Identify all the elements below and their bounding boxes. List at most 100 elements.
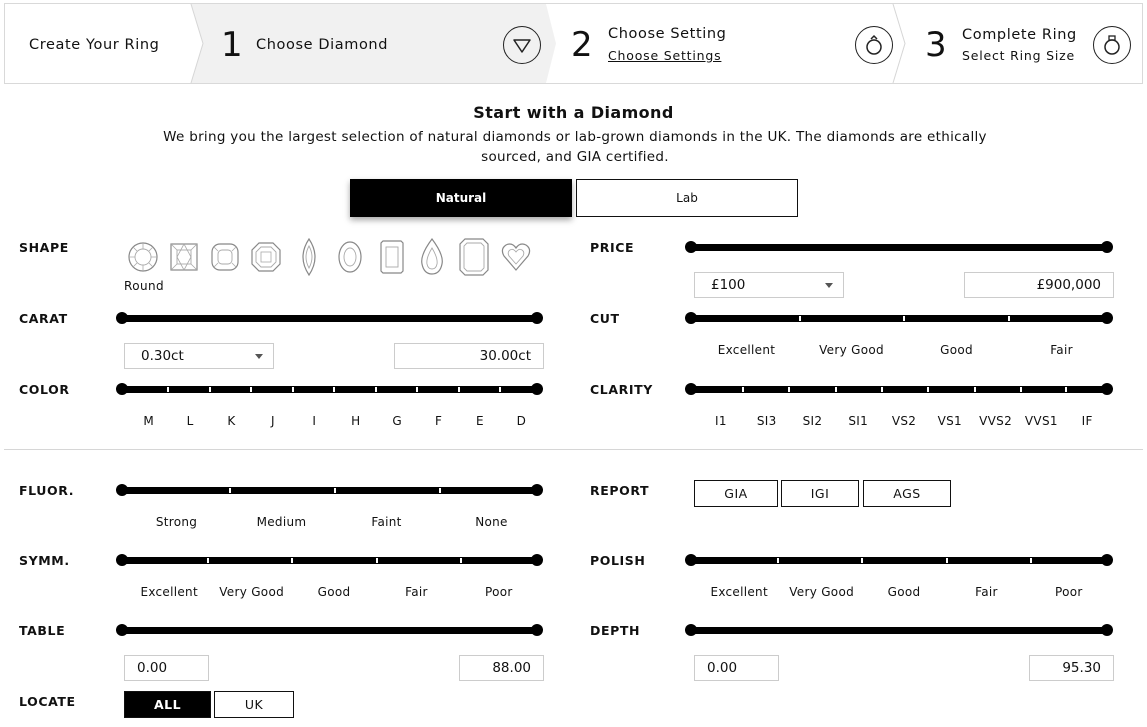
color-min-handle[interactable] xyxy=(116,383,128,395)
cut-min-handle[interactable] xyxy=(685,312,697,324)
carat-min-select[interactable]: 0.30ct xyxy=(124,343,274,369)
clarity-max-handle[interactable] xyxy=(1101,383,1113,395)
tick-label: Good xyxy=(887,585,921,599)
slider-divider xyxy=(974,387,976,392)
tick-label: M xyxy=(143,414,155,428)
tick-label: Very Good xyxy=(789,585,855,599)
clarity-slider[interactable] xyxy=(685,383,1113,395)
step-1-title: Choose Diamond xyxy=(256,37,389,53)
select-ring-size-label: Select Ring Size xyxy=(962,48,1075,63)
tick-label: SI3 xyxy=(756,414,777,428)
slider-divider xyxy=(207,558,209,563)
depth-slider[interactable] xyxy=(685,624,1113,636)
fluor-slider[interactable] xyxy=(116,484,543,496)
polish-min-handle[interactable] xyxy=(685,554,697,566)
radiant-icon[interactable] xyxy=(378,237,406,277)
polish-max-handle[interactable] xyxy=(1101,554,1113,566)
table-min-input[interactable]: 0.00 xyxy=(124,655,209,681)
color-slider[interactable] xyxy=(116,383,543,395)
tick-label: Fair xyxy=(405,585,428,599)
carat-slider[interactable] xyxy=(116,312,543,324)
slider-divider xyxy=(229,488,231,493)
princess-icon[interactable] xyxy=(167,237,201,275)
selected-shape-caption: Round xyxy=(124,279,164,293)
cut-max-handle[interactable] xyxy=(1101,312,1113,324)
price-min-select[interactable]: £100 xyxy=(694,272,844,298)
intro-description: We bring you the largest selection of na… xyxy=(163,129,987,165)
price-min-handle[interactable] xyxy=(685,241,697,253)
report-label: REPORT xyxy=(590,483,650,498)
price-max-handle[interactable] xyxy=(1101,241,1113,253)
color-max-handle[interactable] xyxy=(531,383,543,395)
slider-divider xyxy=(861,558,863,563)
slider-track xyxy=(690,386,1108,393)
price-max-input[interactable]: £900,000 xyxy=(964,272,1114,298)
tick-label: Medium xyxy=(256,515,307,529)
emerald-icon[interactable] xyxy=(458,237,490,277)
fluor-min-handle[interactable] xyxy=(116,484,128,496)
polish-slider[interactable] xyxy=(685,554,1113,566)
locate-all-button[interactable]: ALL xyxy=(124,691,211,718)
symm-min-handle[interactable] xyxy=(116,554,128,566)
slider-divider xyxy=(742,387,744,392)
slider-divider xyxy=(1008,316,1010,321)
asscher-icon[interactable] xyxy=(249,237,283,275)
clarity-tick-labels: I1 SI3 SI2 SI1 VS2 VS1 VVS2 VVS1 IF xyxy=(698,414,1110,428)
create-your-ring-label: Create Your Ring xyxy=(29,37,160,53)
round-icon[interactable] xyxy=(126,237,160,275)
price-slider[interactable] xyxy=(685,241,1113,253)
cushion-icon[interactable] xyxy=(208,237,242,275)
natural-toggle-button[interactable]: Natural xyxy=(350,179,572,217)
carat-label: CARAT xyxy=(19,311,68,326)
price-max-value: £900,000 xyxy=(1036,277,1101,293)
chevron-down-icon xyxy=(825,283,833,288)
ring-icon xyxy=(1093,26,1131,64)
choose-settings-link[interactable]: Choose Settings xyxy=(608,48,721,63)
lab-toggle-button[interactable]: Lab xyxy=(576,179,798,217)
fluor-max-handle[interactable] xyxy=(531,484,543,496)
tick-label: Excellent xyxy=(140,585,198,599)
table-min-handle[interactable] xyxy=(116,624,128,636)
tick-label: Fair xyxy=(975,585,998,599)
slider-divider xyxy=(1030,558,1032,563)
symm-tick-labels: Excellent Very Good Good Fair Poor xyxy=(128,585,540,599)
oval-icon[interactable] xyxy=(336,237,364,275)
tick-label: Faint xyxy=(371,515,402,529)
carat-max-handle[interactable] xyxy=(531,312,543,324)
tick-label: VS2 xyxy=(891,414,917,428)
depth-max-input[interactable]: 95.30 xyxy=(1029,655,1114,681)
cut-label: CUT xyxy=(590,311,620,326)
slider-track xyxy=(121,315,538,322)
tick-label: L xyxy=(186,414,194,428)
shape-label: SHAPE xyxy=(19,240,69,255)
depth-min-handle[interactable] xyxy=(685,624,697,636)
table-max-handle[interactable] xyxy=(531,624,543,636)
pear-icon[interactable] xyxy=(418,237,446,277)
cut-slider[interactable] xyxy=(685,312,1113,324)
clarity-min-handle[interactable] xyxy=(685,383,697,395)
carat-min-handle[interactable] xyxy=(116,312,128,324)
report-igi-button[interactable]: IGI xyxy=(781,480,859,507)
depth-min-value: 0.00 xyxy=(707,660,738,676)
slider-divider xyxy=(458,387,460,392)
symm-max-handle[interactable] xyxy=(531,554,543,566)
step-progress-bar: Create Your Ring 1 Choose Diamond 2 Choo… xyxy=(4,3,1143,84)
cut-tick-labels: Excellent Very Good Good Fair xyxy=(694,343,1114,357)
report-ags-button[interactable]: AGS xyxy=(863,480,951,507)
carat-max-input[interactable]: 30.00ct xyxy=(394,343,544,369)
tick-label: Very Good xyxy=(819,343,884,357)
report-gia-button[interactable]: GIA xyxy=(694,480,778,507)
symm-slider[interactable] xyxy=(116,554,543,566)
depth-max-handle[interactable] xyxy=(1101,624,1113,636)
fluor-label: FLUOR. xyxy=(19,483,75,498)
marquise-icon[interactable] xyxy=(297,237,321,277)
table-max-input[interactable]: 88.00 xyxy=(459,655,544,681)
slider-track xyxy=(121,557,538,564)
page-title: Start with a Diamond xyxy=(473,103,674,122)
slider-track xyxy=(690,557,1108,564)
locate-uk-button[interactable]: UK xyxy=(214,691,294,718)
depth-min-input[interactable]: 0.00 xyxy=(694,655,779,681)
slider-divider xyxy=(334,488,336,493)
table-slider[interactable] xyxy=(116,624,543,636)
heart-icon[interactable] xyxy=(500,237,532,275)
